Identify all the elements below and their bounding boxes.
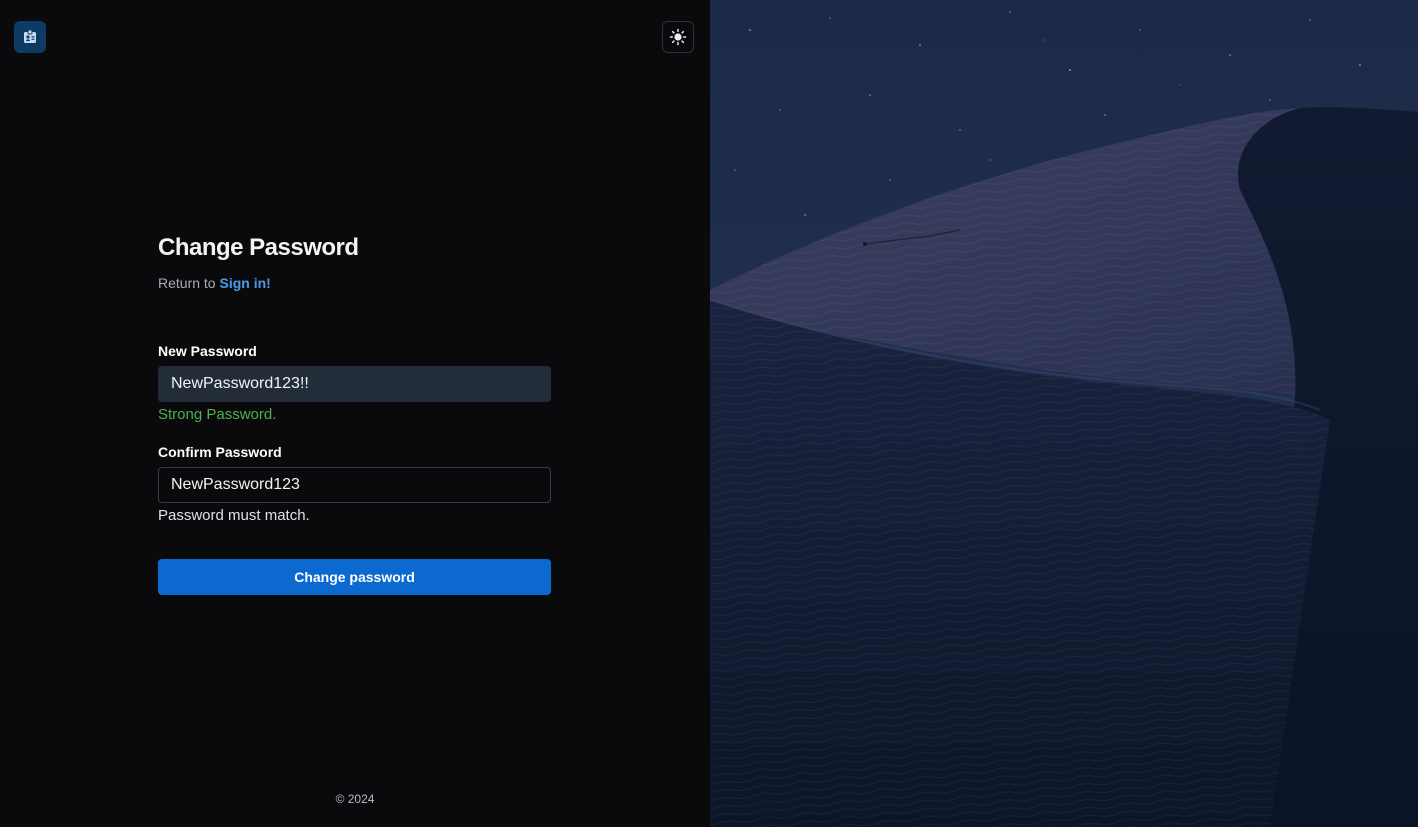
confirm-password-input[interactable]: [158, 467, 551, 503]
theme-toggle-button[interactable]: [662, 21, 694, 53]
new-password-label: New Password: [158, 343, 257, 359]
background-image: [710, 0, 1418, 827]
password-strength-hint: Strong Password.: [158, 406, 277, 423]
change-password-form: Change Password Return to Sign in! New P…: [158, 232, 551, 595]
sun-icon: [669, 28, 687, 46]
confirm-password-label: Confirm Password: [158, 444, 282, 460]
desert-dunes-image: [710, 0, 1418, 827]
password-match-hint: Password must match.: [158, 507, 310, 524]
new-password-input[interactable]: [158, 366, 551, 402]
subtitle: Return to Sign in!: [158, 274, 551, 292]
page-title: Change Password: [158, 234, 359, 261]
subtitle-text: Return to: [158, 275, 216, 291]
page: Change Password Return to Sign in! New P…: [0, 0, 1418, 827]
left-panel: Change Password Return to Sign in! New P…: [0, 0, 710, 827]
id-badge-icon: [24, 29, 36, 43]
copyright-footer: © 2024: [335, 792, 375, 806]
app-logo[interactable]: [14, 21, 46, 53]
change-password-button[interactable]: Change password: [158, 559, 551, 595]
sign-in-link[interactable]: Sign in!: [219, 275, 270, 291]
